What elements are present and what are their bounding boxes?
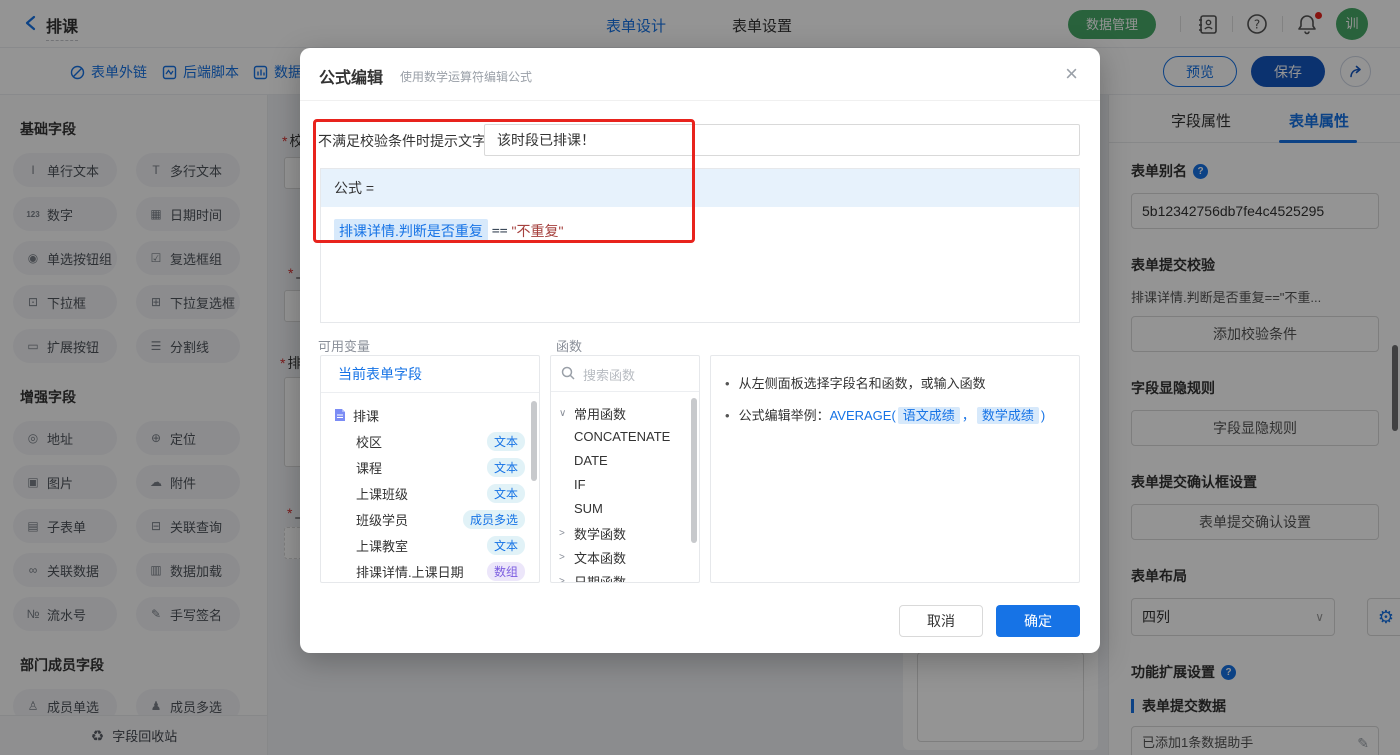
type-badge: 文本 xyxy=(486,483,525,503)
cancel-button[interactable]: 取消 xyxy=(899,605,983,637)
formula-expression[interactable]: 排课详情.判断是否重复 == "不重复" xyxy=(321,207,1079,255)
tip-message-label: 不满足校验条件时提示文字: xyxy=(318,133,490,149)
variables-panel: 当前表单字段 排课 校区 文本 课程 文本 上课班级 文本 班级学员 成员多选 上课教室… xyxy=(320,355,540,583)
formula-field-token[interactable]: 排课详情.判断是否重复 xyxy=(334,219,488,243)
document-icon xyxy=(335,409,345,421)
formula-editor[interactable]: 公式 = 排课详情.判断是否重复 == "不重复" xyxy=(320,168,1080,323)
variable-row[interactable]: 班级学员 成员多选 xyxy=(321,506,539,532)
search-placeholder: 搜索函数 xyxy=(583,368,636,383)
tip-message-input[interactable] xyxy=(484,124,1080,156)
variables-label: 可用变量 xyxy=(318,339,371,354)
variables-scrollbar-thumb[interactable] xyxy=(531,401,537,481)
function-item[interactable]: DATE xyxy=(551,449,699,473)
help-line-1: • 从左侧面板选择字段名和函数，或输入函数 xyxy=(725,376,986,391)
type-badge: 文本 xyxy=(486,457,525,477)
formula-editor-modal: 公式编辑 使用数学运算符编辑公式 × 不满足校验条件时提示文字: 公式 = 排课… xyxy=(300,48,1100,653)
confirm-button[interactable]: 确定 xyxy=(996,605,1080,637)
help-line-2: • 公式编辑举例：AVERAGE(语文成绩，数学成绩) xyxy=(725,407,1046,424)
function-item[interactable]: SUM xyxy=(551,497,699,521)
formula-prefix-bar: 公式 = xyxy=(321,169,1079,207)
chevron-right-icon: > xyxy=(559,575,565,583)
variable-row[interactable]: 上课教室 文本 xyxy=(321,532,539,558)
function-group-common[interactable]: ∨ 常用函数 xyxy=(551,401,699,425)
functions-panel: 搜索函数 ∨ 常用函数 CONCATENATE DATE IF SUM > 数学函数… xyxy=(550,355,700,583)
chevron-right-icon: > xyxy=(559,527,565,539)
example-field-chip: 语文成绩 xyxy=(897,407,960,424)
modal-subtitle: 使用数学运算符编辑公式 xyxy=(400,70,533,84)
close-icon[interactable]: × xyxy=(1065,61,1078,87)
function-group-text[interactable]: > 文本函数 xyxy=(551,545,699,569)
functions-label: 函数 xyxy=(556,339,583,354)
function-item[interactable]: CONCATENATE xyxy=(551,425,699,449)
variable-row[interactable]: 校区 文本 xyxy=(321,428,539,454)
formula-operator: == xyxy=(491,223,508,239)
modal-header: 公式编辑 使用数学运算符编辑公式 × xyxy=(300,48,1100,101)
modal-title: 公式编辑 xyxy=(319,70,384,87)
example-field-chip: 数学成绩 xyxy=(976,407,1039,424)
type-badge: 成员多选 xyxy=(462,509,525,529)
chevron-down-icon: ∨ xyxy=(559,407,567,419)
function-group-math[interactable]: > 数学函数 xyxy=(551,521,699,545)
formula-help-panel: • 从左侧面板选择字段名和函数，或输入函数 • 公式编辑举例：AVERAGE(语文… xyxy=(710,355,1080,583)
variable-row[interactable]: 排课详情.上课日期 数组 xyxy=(321,558,539,582)
functions-scrollbar-thumb[interactable] xyxy=(691,398,697,543)
function-group-date[interactable]: > 日期函数 xyxy=(551,569,699,583)
type-badge: 数组 xyxy=(486,561,525,581)
form-tree-root[interactable]: 排课 xyxy=(321,402,539,428)
current-form-fields-tab[interactable]: 当前表单字段 xyxy=(321,356,539,393)
type-badge: 文本 xyxy=(486,431,525,451)
formula-string-literal: "不重复" xyxy=(511,223,564,239)
variable-row[interactable]: 上课班级 文本 xyxy=(321,480,539,506)
variable-row[interactable]: 课程 文本 xyxy=(321,454,539,480)
search-icon xyxy=(561,366,575,380)
chevron-right-icon: > xyxy=(559,551,565,563)
function-search[interactable]: 搜索函数 xyxy=(551,356,699,392)
type-badge: 文本 xyxy=(486,535,525,555)
function-item[interactable]: IF xyxy=(551,473,699,497)
